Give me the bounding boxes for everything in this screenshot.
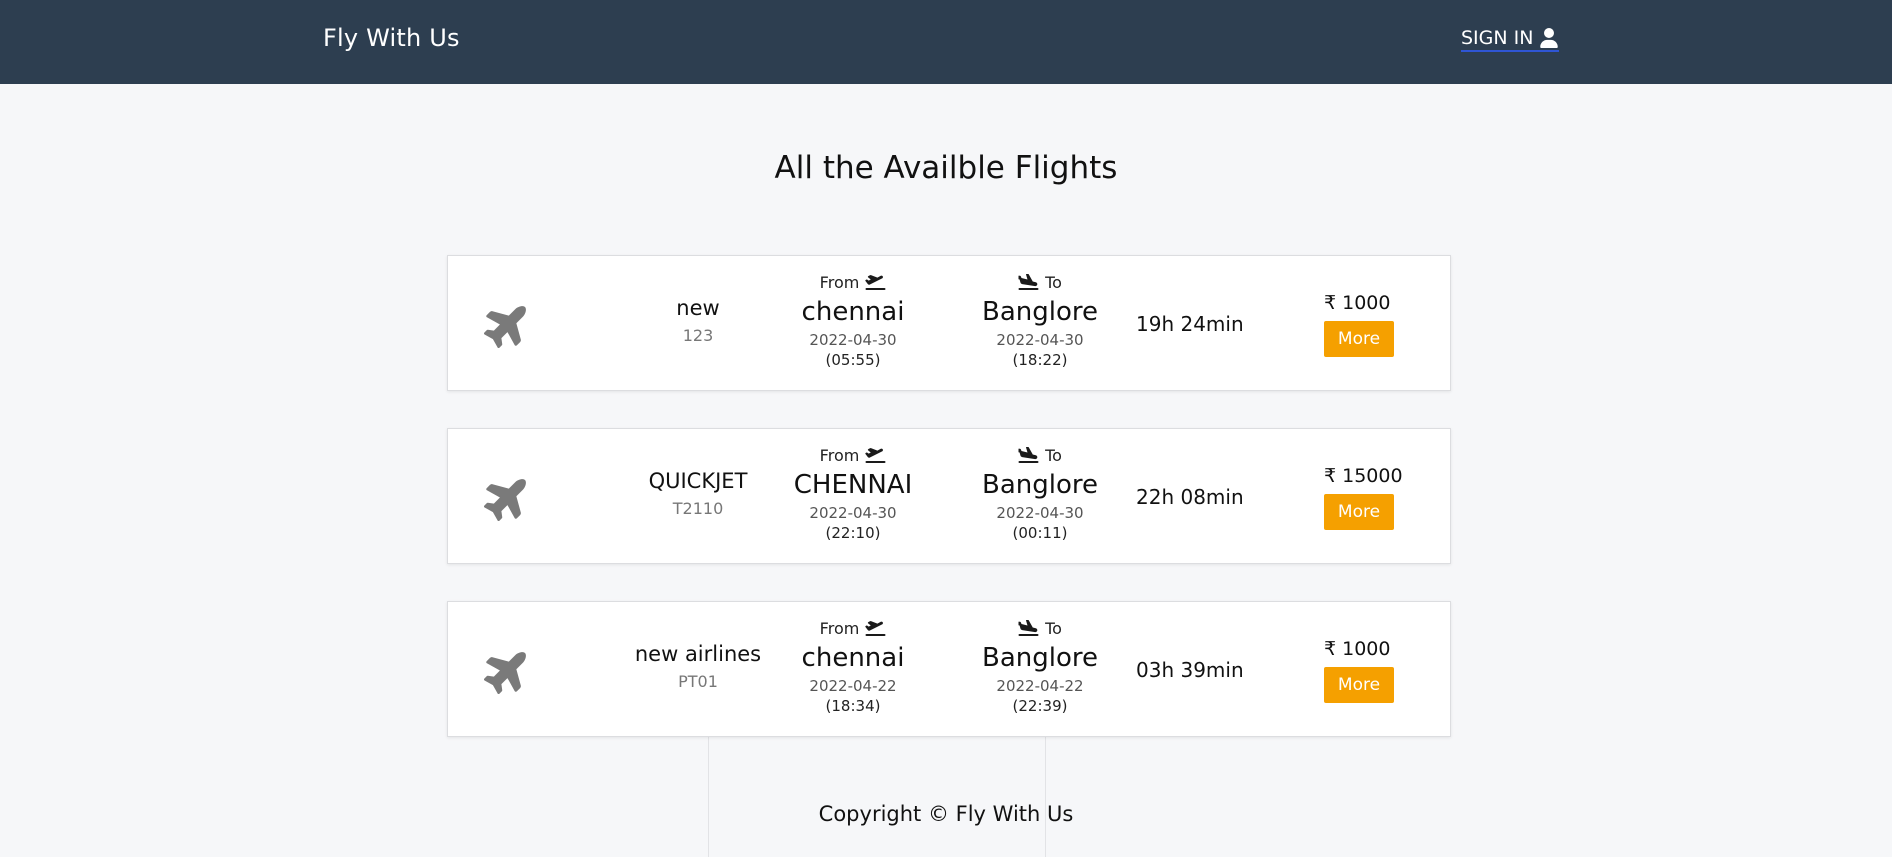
footer-copyright: Copyright © Fly With Us [818, 802, 1074, 826]
from-city: chennai [801, 297, 905, 327]
flight-price: ₹ 15000 [1324, 465, 1403, 487]
plane-departure-icon [865, 448, 886, 463]
to-label: To [1045, 618, 1062, 638]
plane-icon [483, 300, 532, 349]
more-button[interactable]: More [1324, 667, 1394, 703]
to-city: Banglore [982, 470, 1098, 500]
arrival-date: 2022-04-30 [996, 331, 1084, 349]
more-button[interactable]: More [1324, 321, 1394, 357]
from-label: From [819, 618, 860, 638]
arrival-date: 2022-04-22 [996, 677, 1084, 695]
arrival-time: (18:22) [1012, 351, 1068, 369]
sign-in-label: SIGN IN [1461, 27, 1534, 49]
flight-price: ₹ 1000 [1324, 638, 1391, 660]
from-label: From [819, 445, 860, 465]
arrival-time: (00:11) [1012, 524, 1068, 542]
to-label: To [1045, 445, 1062, 465]
departure-time: (18:34) [825, 697, 881, 715]
page-title: All the Availble Flights [774, 150, 1118, 186]
plane-arrival-icon [1018, 620, 1039, 636]
plane-departure-icon [865, 275, 886, 290]
from-city: chennai [801, 643, 905, 673]
arrival-date: 2022-04-30 [996, 504, 1084, 522]
departure-date: 2022-04-30 [809, 331, 897, 349]
departure-date: 2022-04-30 [809, 504, 897, 522]
arrival-info: To Banglore 2022-04-22 (22:39) [940, 617, 1140, 716]
plane-icon [483, 646, 532, 695]
sign-in-link[interactable]: SIGN IN [1461, 27, 1560, 52]
flight-duration: 22h 08min [1136, 485, 1244, 509]
plane-arrival-icon [1018, 274, 1039, 290]
flight-price: ₹ 1000 [1324, 292, 1391, 314]
to-city: Banglore [982, 297, 1098, 327]
flight-duration: 03h 39min [1136, 658, 1244, 682]
flight-card: new airlines PT01 From chennai 2022-04-2… [447, 601, 1451, 737]
departure-date: 2022-04-22 [809, 677, 897, 695]
departure-info: From chennai 2022-04-22 (18:34) [753, 617, 953, 716]
flight-card: QUICKJET T2110 From CHENNAI 2022-04-30 (… [447, 428, 1451, 564]
plane-departure-icon [865, 621, 886, 636]
more-button[interactable]: More [1324, 494, 1394, 530]
to-label: To [1045, 272, 1062, 292]
flight-card: new 123 From chennai 2022-04-30 (05:55) … [447, 255, 1451, 391]
brand-title[interactable]: Fly With Us [323, 24, 460, 52]
user-icon [1540, 28, 1559, 48]
flight-duration: 19h 24min [1136, 312, 1244, 336]
arrival-info: To Banglore 2022-04-30 (00:11) [940, 444, 1140, 543]
arrival-time: (22:39) [1012, 697, 1068, 715]
departure-info: From chennai 2022-04-30 (05:55) [753, 271, 953, 370]
from-label: From [819, 272, 860, 292]
from-city: CHENNAI [793, 470, 913, 500]
departure-info: From CHENNAI 2022-04-30 (22:10) [753, 444, 953, 543]
to-city: Banglore [982, 643, 1098, 673]
plane-icon [483, 473, 532, 522]
departure-time: (22:10) [825, 524, 881, 542]
arrival-info: To Banglore 2022-04-30 (18:22) [940, 271, 1140, 370]
departure-time: (05:55) [825, 351, 881, 369]
plane-arrival-icon [1018, 447, 1039, 463]
top-navbar: Fly With Us SIGN IN [0, 0, 1892, 84]
